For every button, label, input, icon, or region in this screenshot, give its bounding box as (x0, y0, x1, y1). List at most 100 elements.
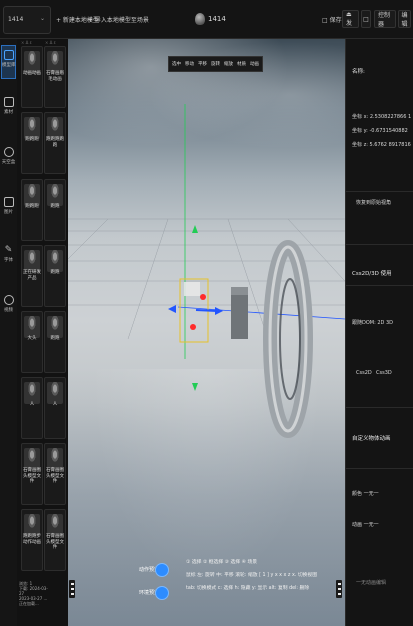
anim-animation-field[interactable]: 动画 一无一 (352, 521, 379, 528)
model-thumbnail (47, 117, 63, 139)
animation-section: 自定义物体动画 (346, 407, 413, 469)
object-info-section: 名称: 坐标 x: 2.5308227866 1 坐标 y: -0.673154… (346, 39, 413, 206)
viewport-tool-button[interactable]: 动画 (249, 61, 260, 67)
status-line: 下载: 2024-03-27 (19, 586, 48, 596)
viewport-tool-button[interactable]: 材质 (236, 61, 247, 67)
model-thumbnail (47, 51, 63, 73)
project-select-value: 1414 (8, 16, 24, 23)
model-card[interactable]: 跑跑 (44, 179, 66, 241)
model-card[interactable]: 石膏画图头模型文件 (21, 443, 43, 505)
motion-preview-toggle[interactable] (156, 564, 168, 576)
model-card[interactable]: 跑跑跑 (21, 179, 43, 241)
model-thumbnail (47, 382, 63, 404)
z-gizmo-handle[interactable] (200, 294, 206, 300)
rail-item-label: 视频 (4, 308, 13, 313)
model-card[interactable]: 大头 (21, 311, 43, 373)
rail-item-label: 天空盒 (1, 160, 16, 165)
model-card[interactable]: 石膏画眉毛动画 (44, 46, 66, 108)
controller-button[interactable]: 控制器 (374, 10, 396, 28)
model-card[interactable]: 跑跑跑 (21, 112, 43, 174)
project-select[interactable]: 1414 ⌄ (3, 6, 51, 34)
rail-item-model-library[interactable]: 模型库 (1, 45, 16, 79)
env-preview-toggle[interactable] (156, 587, 168, 599)
model-thumbnail (47, 514, 63, 536)
rail-item-label: 图片 (4, 210, 13, 215)
model-thumbnail (47, 316, 63, 338)
model-card-label: 人 (29, 402, 35, 407)
z-gizmo-handle-2[interactable] (190, 324, 196, 330)
x-axis-line (177, 306, 345, 320)
publish-button[interactable]: ⏏ 发 (342, 10, 359, 28)
css2d-button[interactable]: Css2D (356, 370, 372, 376)
rail-item-picture[interactable]: 图片 (1, 197, 16, 215)
selected-object[interactable] (184, 282, 200, 296)
left-collapse-handle[interactable] (69, 580, 75, 598)
3d-viewport[interactable]: 选中 移动 平移 旋转 缩放 材质 动画 ① 选择 ② 框选择 ③ 选择 ④ 场景 鼠标 左… (68, 39, 345, 626)
model-card-label: 跑跑跑步动作动画 (23, 534, 41, 545)
rail-item-label: 模型库 (2, 63, 16, 68)
model-thumbnail (47, 448, 63, 470)
properties-panel: 名称: 坐标 x: 2.5308227866 1 坐标 y: -0.673154… (345, 39, 413, 626)
picture-icon (3, 197, 14, 207)
image-icon (3, 97, 14, 107)
scene-title-text: 1414 (208, 15, 226, 23)
viewport-tool-button[interactable]: 移动 (184, 61, 195, 67)
cube-icon (3, 50, 14, 60)
rail-item-video[interactable]: 视频 (1, 295, 16, 313)
viewport-tool-button[interactable]: 缩放 (223, 61, 234, 67)
model-card[interactable]: 石膏画图头模型文件 (44, 509, 66, 571)
reset-view-button[interactable]: 恢复到原始视角 (356, 199, 391, 206)
save-button[interactable]: □ 保存 (322, 15, 342, 24)
model-card[interactable]: 正在研发产品 (21, 245, 43, 307)
model-thumbnail (24, 316, 40, 338)
model-card[interactable]: 人 (21, 377, 43, 439)
viewport-tool-button[interactable]: 选中 (171, 61, 182, 67)
hint-line: tab: 切换模式 c: 选择 h: 隐藏 y: 显示 alt: 复制 del:… (186, 586, 310, 591)
model-card[interactable]: 石膏画图头模型文件 (44, 443, 66, 505)
model-card-label: 正在研发产品 (23, 270, 41, 281)
y-gizmo-arrow[interactable] (192, 225, 198, 233)
model-card[interactable]: 跑跑 (44, 311, 66, 373)
square-button[interactable]: □ (361, 10, 371, 28)
rail-item-label: 字体 (4, 258, 13, 263)
model-card[interactable]: 动画动画 (21, 46, 43, 108)
follow-dom-label: 跟随DOM: 2D 3D (352, 320, 394, 326)
model-card-label: 跑跑跑 (25, 137, 39, 142)
model-card-label: 石膏画眉毛动画 (46, 71, 64, 82)
app-window: 1414 ⌄ + 新建本地模型 + 导入本地模型至场景 1414 □ 保存 ⏏ … (0, 0, 413, 626)
model-thumbnail (24, 117, 40, 139)
model-card[interactable]: 跑跑 (44, 245, 66, 307)
model-card[interactable]: 跑跑跑跑跑 (44, 112, 66, 174)
name-label: 名称: (352, 69, 365, 75)
edit-button[interactable]: 编辑 (398, 10, 411, 28)
right-collapse-handle[interactable] (336, 580, 342, 598)
viewport-tool-button[interactable]: 旋转 (210, 61, 221, 67)
model-thumbnail (24, 250, 40, 272)
anim-color-field[interactable]: 颜色 一无一 (352, 490, 379, 497)
model-thumbnail (24, 51, 40, 73)
viewport-toolbar: 选中 移动 平移 旋转 缩放 材质 动画 (168, 56, 263, 72)
model-card-label: 跑跑跑 (25, 204, 39, 209)
model-card-label: 动画动画 (23, 71, 41, 76)
import-local-model-button[interactable]: + 导入本地模型至场景 (88, 15, 149, 24)
css-mode-title: Css2D/3D 使用 (352, 271, 392, 277)
panel-status: 浏览: 1 下载: 2024-03-27 2023-03-27 ... 正在加载… (19, 581, 49, 606)
x-gizmo-arrow-left[interactable] (168, 305, 176, 313)
css3d-button[interactable]: Css3D (376, 370, 392, 376)
panel-header-left: × Δ ε (21, 40, 32, 45)
rail-item-font[interactable]: ✎ 字体 (1, 245, 16, 263)
model-card[interactable]: 人 (44, 377, 66, 439)
scene-title: 1414 (195, 11, 226, 27)
model-card[interactable]: 跑跑跑步动作动画 (21, 509, 43, 571)
model-card-label: 大头 (27, 336, 37, 341)
pen-icon: ✎ (4, 245, 13, 255)
viewport-tool-button[interactable]: 平移 (197, 61, 208, 67)
anim-edit-button[interactable]: 一无动画编辑 (356, 579, 386, 586)
rail-item-material[interactable]: 素材 (1, 97, 16, 115)
status-line: 正在加载... (19, 601, 39, 606)
model-thumbnail (47, 250, 63, 272)
model-card-label: 人 (52, 402, 58, 407)
model-thumbnail (24, 448, 40, 470)
y-gizmo-arrow-down[interactable] (192, 383, 198, 391)
rail-item-skybox[interactable]: 天空盒 (1, 147, 16, 165)
